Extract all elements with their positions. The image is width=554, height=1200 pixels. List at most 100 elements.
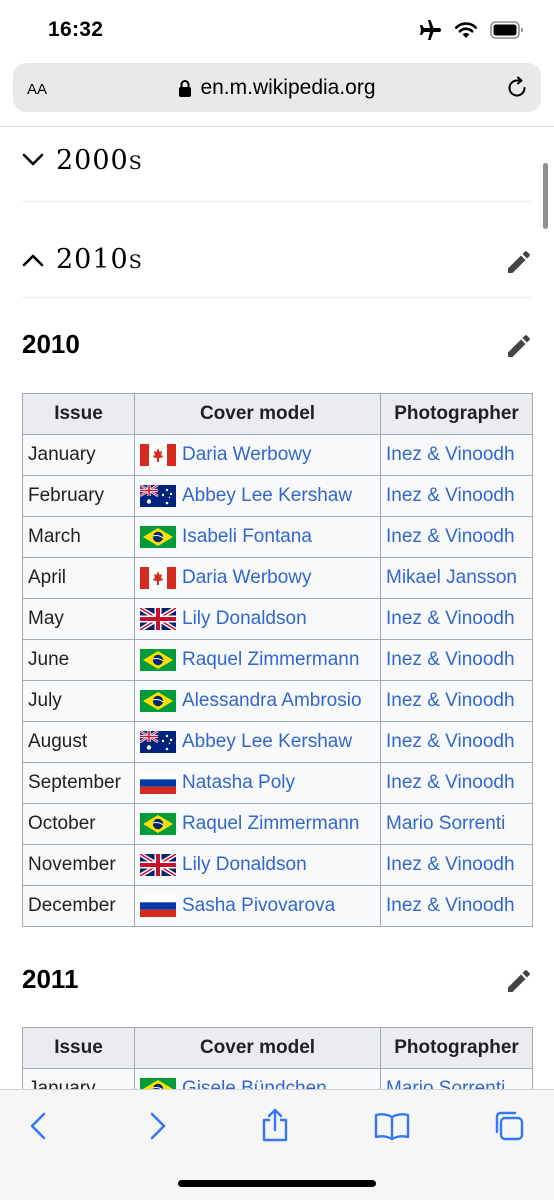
photographer-link[interactable]: Mario Sorrenti bbox=[386, 813, 505, 834]
cover-model-link[interactable]: Abbey Lee Kershaw bbox=[182, 731, 352, 753]
cover-model-link[interactable]: Natasha Poly bbox=[182, 772, 295, 794]
table-row: December Sasha Pivovarova Inez & Vinoodh bbox=[22, 885, 533, 927]
edit-pencil-icon[interactable] bbox=[506, 333, 532, 359]
issue-cell: April bbox=[22, 557, 135, 599]
table-row: July Alessandra Ambrosio Inez & Vinoodh bbox=[22, 680, 533, 722]
photographer-link[interactable]: Inez & Vinoodh bbox=[386, 895, 515, 916]
brazil-flag-icon bbox=[140, 690, 176, 712]
photographer-link[interactable]: Mikael Jansson bbox=[386, 567, 517, 588]
table-body-2011: January Gisele Bündchen Mario Sorrenti bbox=[22, 1068, 533, 1089]
photographer-link[interactable]: Inez & Vinoodh bbox=[386, 526, 515, 547]
brazil-flag-icon bbox=[140, 813, 176, 835]
issue-cell: June bbox=[22, 639, 135, 681]
scroll-indicator[interactable] bbox=[543, 163, 548, 229]
photographer-link[interactable]: Inez & Vinoodh bbox=[386, 649, 515, 670]
forward-icon[interactable] bbox=[146, 1110, 168, 1142]
cover-model-link[interactable]: Raquel Zimmermann bbox=[182, 813, 359, 835]
issue-cell: February bbox=[22, 475, 135, 517]
photographer-cell: Inez & Vinoodh bbox=[380, 516, 533, 558]
cover-model-link[interactable]: Daria Werbowy bbox=[182, 567, 312, 589]
photographer-link[interactable]: Inez & Vinoodh bbox=[386, 772, 515, 793]
cover-model-link[interactable]: Lily Donaldson bbox=[182, 854, 307, 876]
header-issue: Issue bbox=[22, 1027, 135, 1069]
photographer-cell: Inez & Vinoodh bbox=[380, 680, 533, 722]
russia-flag-icon bbox=[140, 772, 176, 794]
photographer-link[interactable]: Inez & Vinoodh bbox=[386, 444, 515, 465]
photographer-cell: Mario Sorrenti bbox=[380, 1068, 533, 1089]
table-row: May Lily Donaldson Inez & Vinoodh bbox=[22, 598, 533, 640]
status-icons bbox=[418, 19, 524, 41]
battery-icon bbox=[490, 21, 523, 39]
page-content: 2000s 2010s 2010 Issue Cover model Photo… bbox=[0, 127, 554, 1089]
chevron-up-icon bbox=[22, 254, 44, 267]
year-heading-2010: 2010 bbox=[22, 329, 80, 359]
section-title-2010s: 2010s bbox=[56, 244, 143, 275]
brazil-flag-icon bbox=[140, 1078, 176, 1089]
table-row: August Abbey Lee Kershaw Inez & Vinoodh bbox=[22, 721, 533, 763]
share-icon[interactable] bbox=[260, 1108, 290, 1142]
table-row: June Raquel Zimmermann Inez & Vinoodh bbox=[22, 639, 533, 681]
photographer-link[interactable]: Inez & Vinoodh bbox=[386, 690, 515, 711]
address-bar[interactable]: AA en.m.wikipedia.org bbox=[13, 63, 541, 112]
cover-model-cell: Gisele Bündchen bbox=[134, 1068, 381, 1089]
photographer-link[interactable]: Inez & Vinoodh bbox=[386, 854, 515, 875]
status-time: 16:32 bbox=[48, 18, 104, 41]
edit-pencil-icon[interactable] bbox=[506, 968, 532, 994]
cover-model-cell: Daria Werbowy bbox=[134, 557, 381, 599]
cover-model-cell: Alessandra Ambrosio bbox=[134, 680, 381, 722]
url-display[interactable]: en.m.wikipedia.org bbox=[13, 76, 541, 100]
back-icon[interactable] bbox=[28, 1110, 50, 1142]
covers-table-2010: Issue Cover model Photographer January Da… bbox=[22, 393, 533, 927]
section-header-2010s[interactable]: 2010s bbox=[22, 202, 532, 298]
issue-cell: November bbox=[22, 844, 135, 886]
home-indicator bbox=[178, 1180, 376, 1187]
lock-icon bbox=[179, 79, 192, 97]
cover-model-link[interactable]: Isabeli Fontana bbox=[182, 526, 312, 548]
chevron-down-icon bbox=[22, 153, 44, 166]
issue-cell: September bbox=[22, 762, 135, 804]
cover-model-cell: Sasha Pivovarova bbox=[134, 885, 381, 927]
russia-flag-icon bbox=[140, 895, 176, 917]
photographer-cell: Inez & Vinoodh bbox=[380, 885, 533, 927]
cover-model-link[interactable]: Abbey Lee Kershaw bbox=[182, 485, 352, 507]
cover-model-link[interactable]: Daria Werbowy bbox=[182, 444, 312, 466]
year-heading-2011: 2011 bbox=[22, 964, 79, 994]
table-row: September Natasha Poly Inez & Vinoodh bbox=[22, 762, 533, 804]
photographer-cell: Mario Sorrenti bbox=[380, 803, 533, 845]
cover-model-link[interactable]: Gisele Bündchen bbox=[182, 1078, 327, 1089]
brazil-flag-icon bbox=[140, 649, 176, 671]
section-title-2000s: 2000s bbox=[56, 145, 143, 176]
cover-model-cell: Abbey Lee Kershaw bbox=[134, 475, 381, 517]
issue-cell: August bbox=[22, 721, 135, 763]
tabs-icon[interactable] bbox=[493, 1110, 525, 1142]
cover-model-cell: Natasha Poly bbox=[134, 762, 381, 804]
brazil-flag-icon bbox=[140, 526, 176, 548]
bookmarks-icon[interactable] bbox=[374, 1112, 410, 1140]
photographer-cell: Inez & Vinoodh bbox=[380, 844, 533, 886]
table-header-row: Issue Cover model Photographer bbox=[22, 393, 533, 435]
table-body-2010: January Daria Werbowy Inez & Vinoodh Februa… bbox=[22, 434, 533, 927]
canada-flag-icon bbox=[140, 567, 176, 589]
photographer-link[interactable]: Mario Sorrenti bbox=[386, 1078, 505, 1089]
cover-model-link[interactable]: Sasha Pivovarova bbox=[182, 895, 335, 917]
table-row: March Isabeli Fontana Inez & Vinoodh bbox=[22, 516, 533, 558]
url-text: en.m.wikipedia.org bbox=[200, 76, 376, 99]
photographer-cell: Inez & Vinoodh bbox=[380, 475, 533, 517]
cover-model-cell: Raquel Zimmermann bbox=[134, 803, 381, 845]
cover-model-cell: Lily Donaldson bbox=[134, 598, 381, 640]
cover-model-link[interactable]: Raquel Zimmermann bbox=[182, 649, 359, 671]
photographer-link[interactable]: Inez & Vinoodh bbox=[386, 608, 515, 629]
photographer-link[interactable]: Inez & Vinoodh bbox=[386, 485, 515, 506]
issue-cell: July bbox=[22, 680, 135, 722]
australia-flag-icon bbox=[140, 731, 176, 753]
cover-model-link[interactable]: Alessandra Ambrosio bbox=[182, 690, 362, 712]
covers-table-2011: Issue Cover model Photographer January Gi… bbox=[22, 1027, 533, 1089]
photographer-link[interactable]: Inez & Vinoodh bbox=[386, 731, 515, 752]
header-photographer: Photographer bbox=[380, 1027, 533, 1069]
reload-icon[interactable] bbox=[505, 76, 529, 100]
photographer-cell: Inez & Vinoodh bbox=[380, 598, 533, 640]
status-bar: 16:32 bbox=[0, 0, 554, 60]
section-header-2000s[interactable]: 2000s bbox=[22, 127, 532, 202]
edit-pencil-icon[interactable] bbox=[506, 249, 532, 275]
cover-model-link[interactable]: Lily Donaldson bbox=[182, 608, 307, 630]
